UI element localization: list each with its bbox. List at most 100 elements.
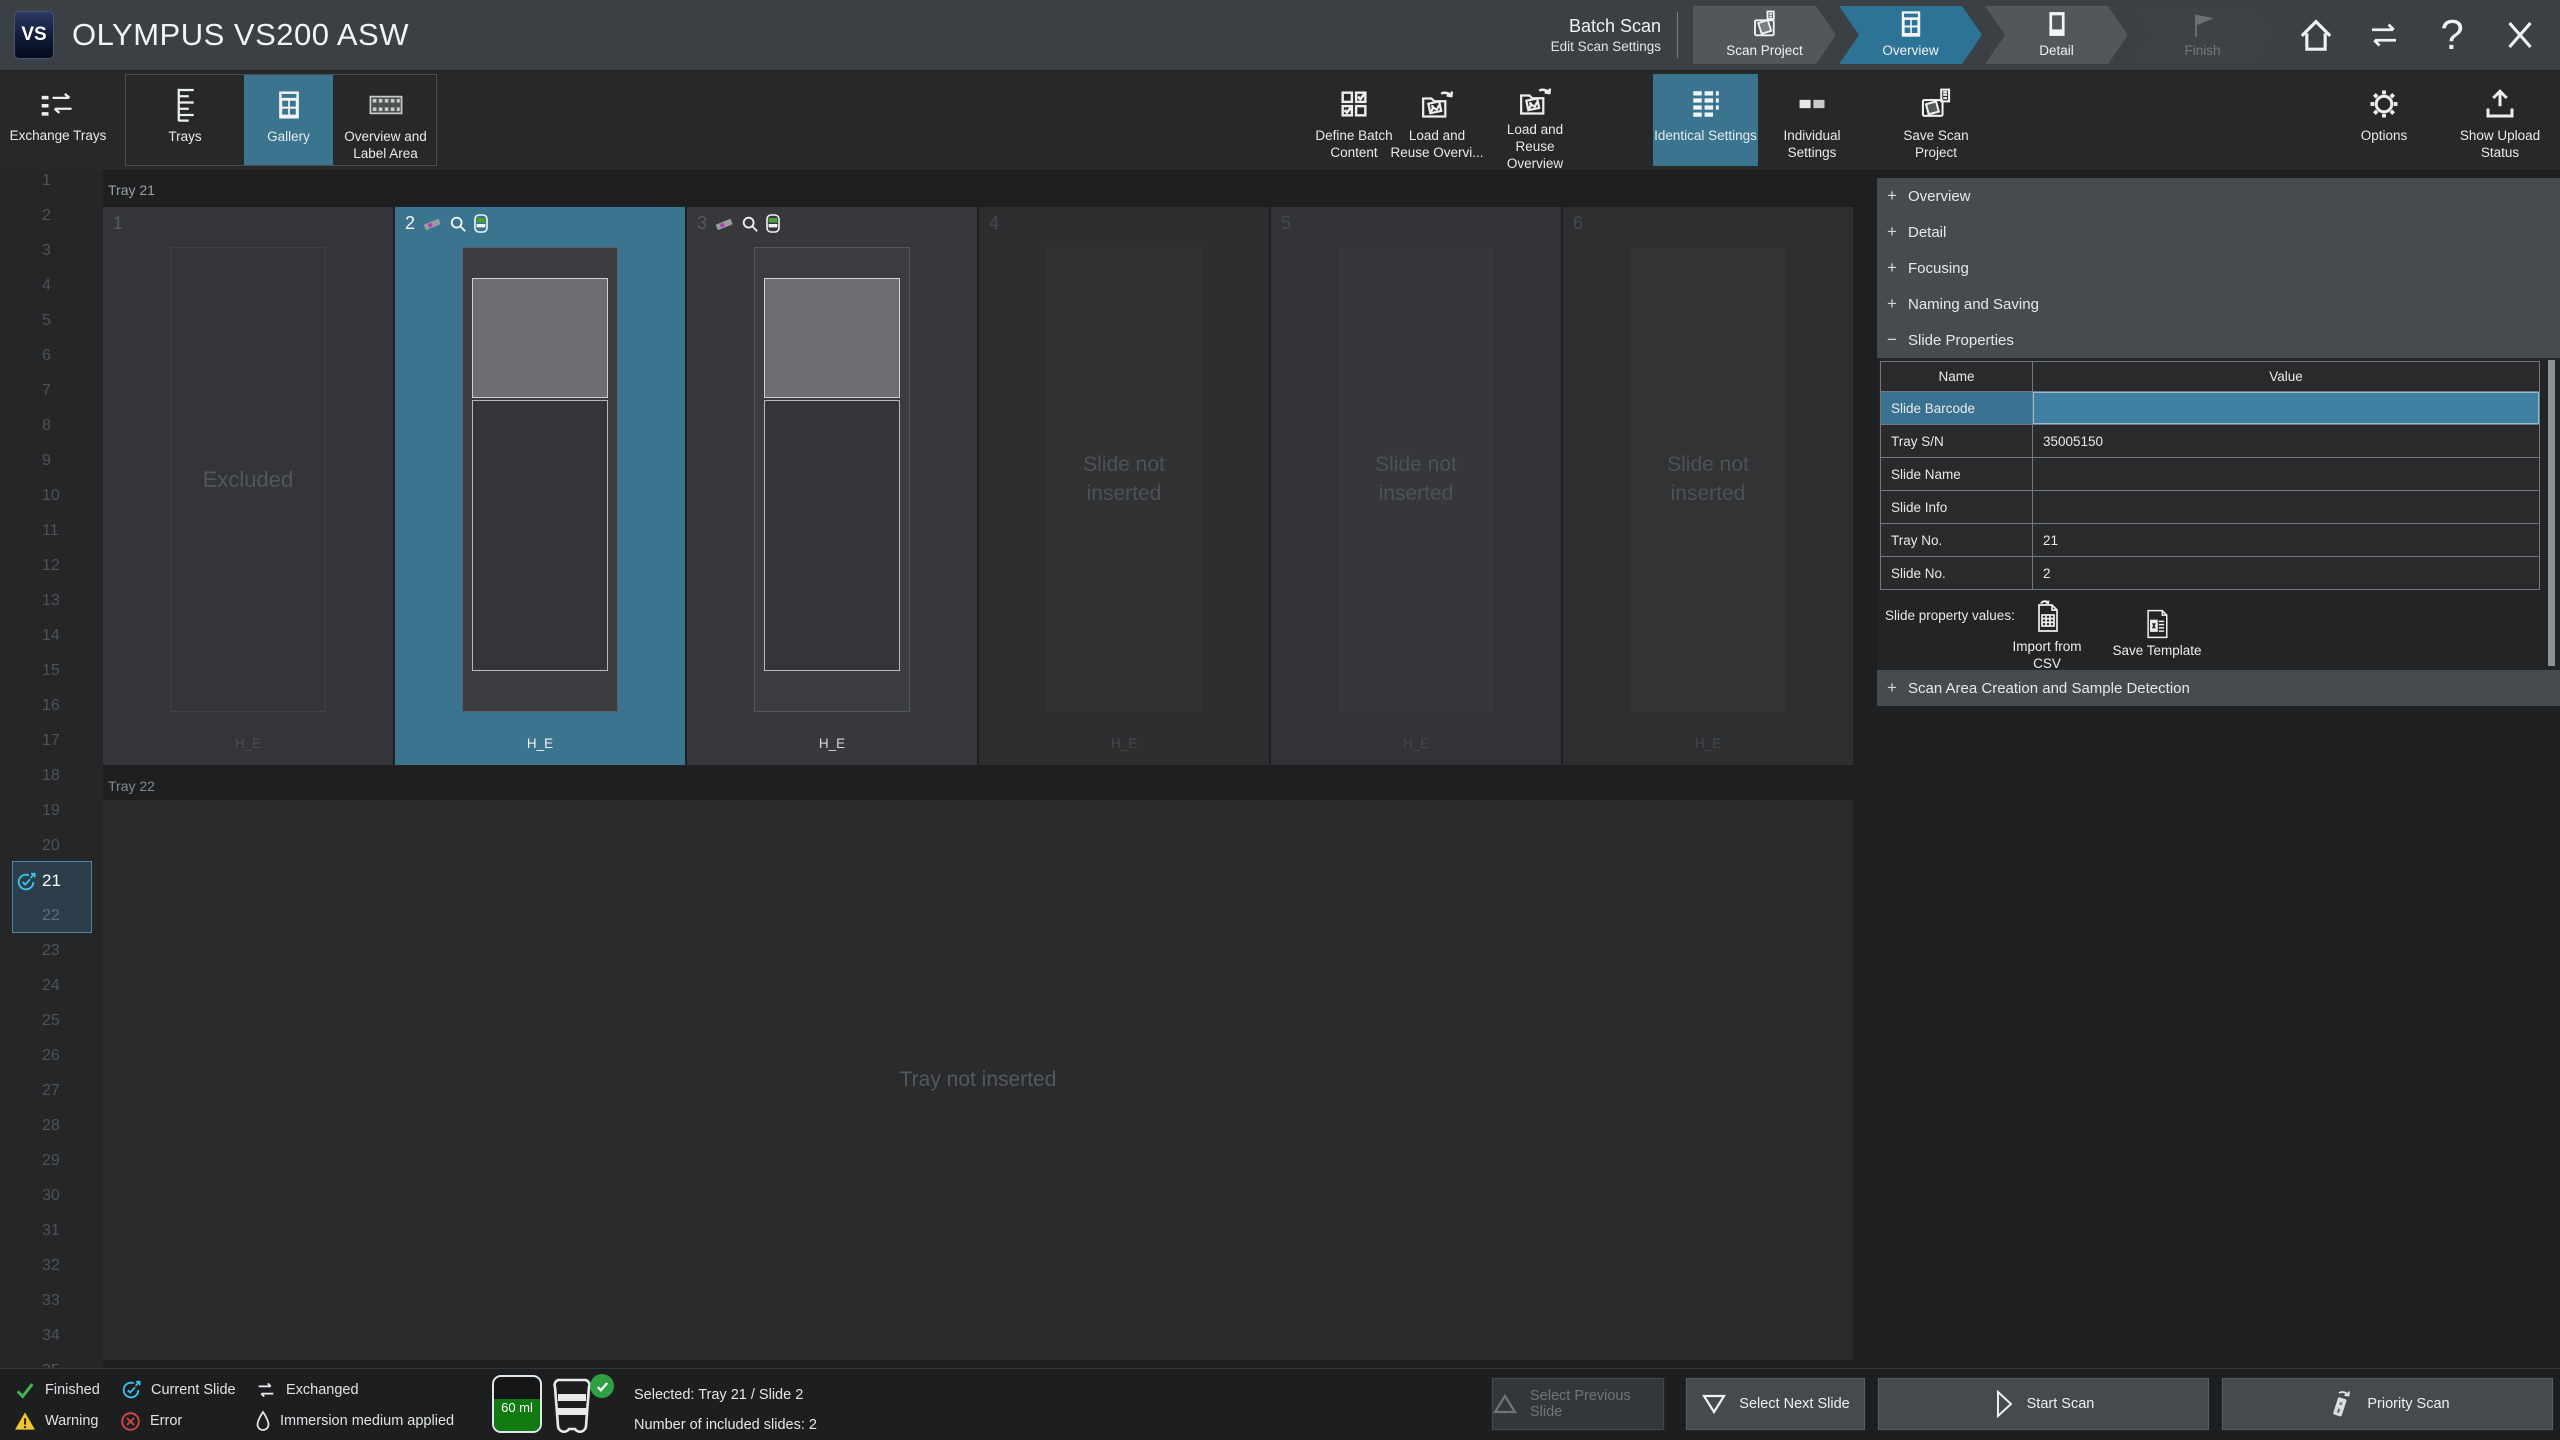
- panel-scrollbar[interactable]: [2548, 360, 2555, 666]
- section-naming-and-saving[interactable]: + Naming and Saving: [1877, 286, 2560, 322]
- slide-cell-4[interactable]: 4Slide not insertedH_E: [979, 207, 1271, 765]
- property-value[interactable]: 21: [2033, 524, 2540, 557]
- priority-scan-button[interactable]: Priority Scan: [2221, 1377, 2554, 1431]
- section-scan-area-creation[interactable]: + Scan Area Creation and Sample Detectio…: [1877, 670, 2560, 706]
- section-focusing[interactable]: + Focusing: [1877, 250, 2560, 286]
- toolbar-button-load-and-reuse-overview[interactable]: Load and Reuse Overview: [1486, 74, 1584, 166]
- exchange-trays-button[interactable]: Exchange Trays: [8, 74, 108, 166]
- tray-number-25[interactable]: 25: [0, 1003, 103, 1038]
- workflow-step-overview[interactable]: Overview: [1839, 6, 1982, 64]
- slide-cell-6[interactable]: 6Slide not insertedH_E: [1563, 207, 1853, 765]
- select-previous-slide-button[interactable]: Select Previous Slide: [1491, 1377, 1665, 1431]
- slide-scan-area[interactable]: [472, 400, 608, 671]
- slide-cell-1[interactable]: 1ExcludedH_E: [103, 207, 395, 765]
- property-row-tray-no-[interactable]: Tray No.21: [1881, 524, 2540, 557]
- property-row-slide-barcode[interactable]: Slide Barcode: [1881, 392, 2540, 425]
- property-value[interactable]: [2033, 491, 2540, 524]
- property-value[interactable]: 35005150: [2033, 425, 2540, 458]
- slide-scan-area[interactable]: [764, 400, 900, 671]
- view-button-overview-and-label-area[interactable]: Overview and Label Area: [333, 75, 438, 165]
- tray-number-19[interactable]: 19: [0, 793, 103, 828]
- tray-number-26[interactable]: 26: [0, 1038, 103, 1073]
- exchange-trays-label: Exchange Trays: [10, 128, 107, 145]
- slide-thumbnail[interactable]: [462, 247, 618, 712]
- tray-number-7[interactable]: 7: [0, 373, 103, 408]
- show-upload-status-button[interactable]: Show Upload Status: [2448, 74, 2552, 166]
- property-row-tray-s-n[interactable]: Tray S/N35005150: [1881, 425, 2540, 458]
- tray-number-33[interactable]: 33: [0, 1283, 103, 1318]
- tray-number-12[interactable]: 12: [0, 548, 103, 583]
- tray-number-20[interactable]: 20: [0, 828, 103, 863]
- tray-number-34[interactable]: 34: [0, 1318, 103, 1353]
- magnifier-icon: [741, 215, 759, 233]
- tray-number-label: 28: [42, 1117, 60, 1135]
- tray-number-label: 24: [42, 977, 60, 995]
- help-button[interactable]: ?: [2430, 12, 2474, 58]
- property-value[interactable]: 2: [2033, 557, 2540, 590]
- tray-number-17[interactable]: 17: [0, 723, 103, 758]
- tray-number-label: 19: [42, 802, 60, 820]
- view-button-label: Trays: [168, 129, 201, 146]
- section-overview[interactable]: + Overview: [1877, 178, 2560, 214]
- select-next-slide-button[interactable]: Select Next Slide: [1685, 1377, 1866, 1431]
- tray-number-11[interactable]: 11: [0, 513, 103, 548]
- toolbar-button-individual-settings[interactable]: Individual Settings: [1758, 74, 1866, 166]
- property-row-slide-name[interactable]: Slide Name: [1881, 458, 2540, 491]
- section-slide-properties[interactable]: − Slide Properties: [1877, 322, 2560, 358]
- tray-number-8[interactable]: 8: [0, 408, 103, 443]
- tray-number-24[interactable]: 24: [0, 968, 103, 1003]
- expand-icon: +: [1887, 222, 1899, 242]
- close-button[interactable]: [2498, 12, 2542, 58]
- options-button[interactable]: Options: [2338, 74, 2430, 166]
- swap-icon: [255, 1380, 277, 1400]
- tray-number-30[interactable]: 30: [0, 1178, 103, 1213]
- property-row-slide-no-[interactable]: Slide No.2: [1881, 557, 2540, 590]
- tray-number-27[interactable]: 27: [0, 1073, 103, 1108]
- start-scan-button[interactable]: Start Scan: [1877, 1377, 2210, 1431]
- switch-application-button[interactable]: [2362, 12, 2406, 58]
- save-template-button[interactable]: Save Template: [2105, 608, 2209, 660]
- tray-number-2[interactable]: 2: [0, 198, 103, 233]
- tray-number-5[interactable]: 5: [0, 303, 103, 338]
- tray-number-1[interactable]: 1: [0, 163, 103, 198]
- toolbar-button-save-scan-project[interactable]: Save Scan Project: [1884, 74, 1988, 166]
- tray-number-29[interactable]: 29: [0, 1143, 103, 1178]
- label-state-icon: [474, 214, 488, 233]
- tray-number-13[interactable]: 13: [0, 583, 103, 618]
- tray-not-inserted-text: Tray not inserted: [900, 1068, 1057, 1092]
- home-button[interactable]: [2294, 12, 2338, 58]
- tray-number-16[interactable]: 16: [0, 688, 103, 723]
- slide-thumbnail[interactable]: [754, 247, 910, 712]
- step-label: Finish: [2184, 43, 2220, 58]
- tray-number-15[interactable]: 15: [0, 653, 103, 688]
- tray-number-3[interactable]: 3: [0, 233, 103, 268]
- tray-number-9[interactable]: 9: [0, 443, 103, 478]
- tray-number-21[interactable]: 21: [0, 863, 103, 898]
- view-button-trays[interactable]: Trays: [126, 75, 244, 165]
- workflow-step-finish[interactable]: Finish: [2131, 6, 2274, 64]
- slide-cell-5[interactable]: 5Slide not insertedH_E: [1271, 207, 1563, 765]
- property-value[interactable]: [2033, 392, 2540, 425]
- tray-number-22[interactable]: 22: [0, 898, 103, 933]
- tray-number-28[interactable]: 28: [0, 1108, 103, 1143]
- slide-cell-2[interactable]: 2H_E: [395, 207, 687, 765]
- check-icon: [14, 1379, 36, 1401]
- import-from-csv-button[interactable]: Import from CSV: [1999, 600, 2095, 673]
- tray-number-32[interactable]: 32: [0, 1248, 103, 1283]
- tray-number-10[interactable]: 10: [0, 478, 103, 513]
- tray-number-4[interactable]: 4: [0, 268, 103, 303]
- tray-number-14[interactable]: 14: [0, 618, 103, 653]
- toolbar-button-identical-settings[interactable]: Identical Settings: [1653, 74, 1758, 166]
- view-button-gallery[interactable]: Gallery: [244, 75, 333, 165]
- workflow-step-scan-project[interactable]: Scan Project: [1693, 6, 1836, 64]
- section-detail[interactable]: + Detail: [1877, 214, 2560, 250]
- tray-number-23[interactable]: 23: [0, 933, 103, 968]
- property-value[interactable]: [2033, 458, 2540, 491]
- slide-cell-3[interactable]: 3H_E: [687, 207, 979, 765]
- toolbar-button-load-and-reuse-overvi[interactable]: Load and Reuse Overvi...: [1388, 74, 1486, 166]
- tray-number-18[interactable]: 18: [0, 758, 103, 793]
- workflow-step-detail[interactable]: Detail: [1985, 6, 2128, 64]
- property-row-slide-info[interactable]: Slide Info: [1881, 491, 2540, 524]
- tray-number-6[interactable]: 6: [0, 338, 103, 373]
- tray-number-31[interactable]: 31: [0, 1213, 103, 1248]
